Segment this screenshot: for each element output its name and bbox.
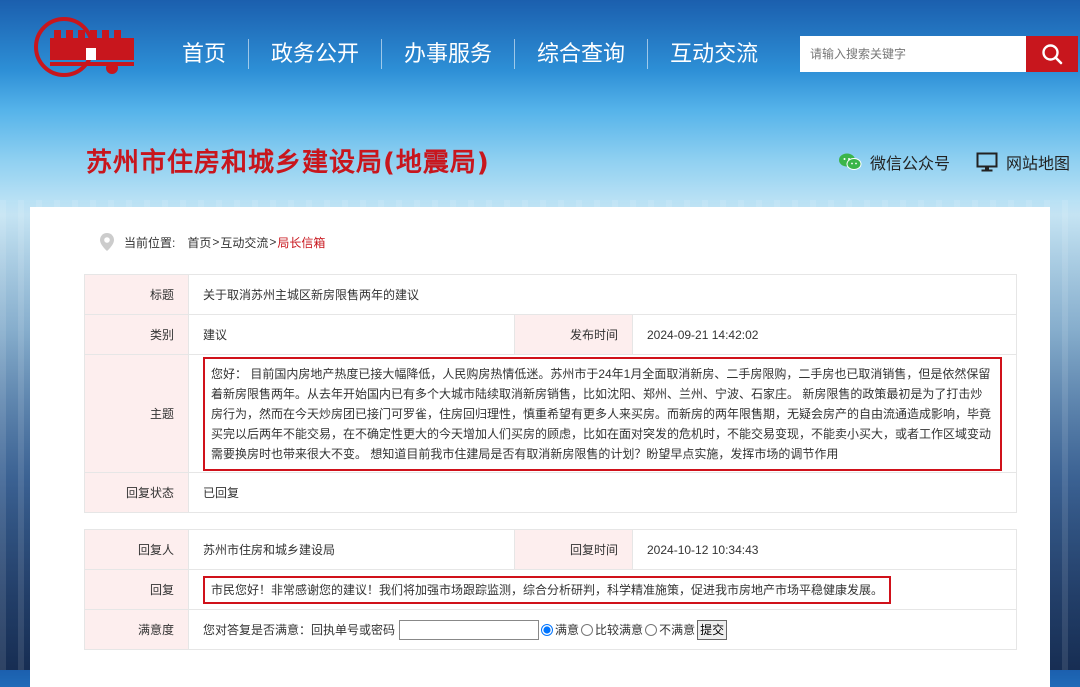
reply-cell: 市民您好！非常感谢您的建议！我们将加强市场跟踪监测，综合分析研判，科学精准施策，… [188,569,1017,610]
subject-label: 主题 [84,354,189,473]
radio-fairly-satisfied[interactable] [581,623,594,636]
table-row: 回复 市民您好！非常感谢您的建议！我们将加强市场跟踪监测，综合分析研判，科学精准… [84,569,1017,610]
sitemap-label: 网站地图 [1006,156,1071,173]
option-unsatisfied-label: 不满意 [659,623,696,637]
title-label: 标题 [84,274,189,315]
option-fairly-satisfied-label: 比较满意 [595,623,644,637]
category-label: 类别 [84,314,189,355]
table-row: 满意度 您对答复是否满意： 回执单号或密码 满意 比较满意 不满意 提交 [84,609,1017,650]
reply-table: 回复人 苏州市住房和城乡建设局 回复时间 2024-10-12 10:34:43… [84,529,1017,650]
search-icon [1042,44,1063,65]
table-row: 标题 关于取消苏州主城区新房限售两年的建议 [84,274,1017,315]
wechat-label: 微信公众号 [870,156,951,173]
reply-content: 市民您好！非常感谢您的建议！我们将加强市场跟踪监测，综合分析研判，科学精准施策，… [203,575,892,604]
sitemap-link[interactable]: 网站地图 [976,150,1070,174]
reply-label: 回复 [84,569,189,610]
search-box [800,36,1028,72]
table-row: 主题 您好： 目前国内房地产热度已接大幅降低，人民购房热情低迷。苏州市于24年1… [84,354,1017,473]
radio-satisfied[interactable] [541,623,554,636]
nav-item-interaction[interactable]: 互动交流 [648,38,780,70]
table-row: 回复人 苏州市住房和城乡建设局 回复时间 2024-10-12 10:34:43 [84,529,1017,570]
breadcrumb-separator: > [269,235,277,249]
receipt-label: 回执单号或密码 [311,623,396,637]
reply-status: 已回复 [188,472,1017,513]
subject-content: 您好： 目前国内房地产热度已接大幅降低，人民购房热情低迷。苏州市于24年1月全面… [203,356,1002,471]
location-pin-icon [100,233,114,251]
replier: 苏州市住房和城乡建设局 [188,529,515,570]
top-navigation-bar: 首页 政务公开 办事服务 综合查询 互动交流 [0,0,1080,110]
letter-category: 建议 [188,314,515,355]
breadcrumb: 当前位置: 首页 > 互动交流 > 局长信箱 [100,233,325,251]
site-logo[interactable] [24,16,136,78]
main-nav: 首页 政务公开 办事服务 综合查询 互动交流 [160,38,780,70]
satisfaction-label: 满意度 [84,609,189,650]
breadcrumb-home[interactable]: 首页 [187,234,211,251]
search-input[interactable] [800,36,1010,72]
option-satisfied[interactable]: 满意 [541,621,579,638]
satisfaction-cell: 您对答复是否满意： 回执单号或密码 满意 比较满意 不满意 提交 [188,609,1017,650]
replier-label: 回复人 [84,529,189,570]
satisfaction-form: 您对答复是否满意： 回执单号或密码 满意 比较满意 不满意 提交 [203,619,1002,640]
breadcrumb-interaction[interactable]: 互动交流 [220,234,268,251]
subject-cell: 您好： 目前国内房地产热度已接大幅降低，人民购房热情低迷。苏州市于24年1月全面… [188,354,1017,473]
site-title: 苏州市住房和城乡建设局(地震局) [86,148,490,178]
search-button[interactable] [1026,36,1078,72]
wechat-link[interactable]: 微信公众号 [838,150,950,174]
nav-item-services[interactable]: 办事服务 [382,38,514,70]
letter-title: 关于取消苏州主城区新房限售两年的建议 [188,274,1017,315]
publish-time-label: 发布时间 [514,314,633,355]
table-row: 类别 建议 发布时间 2024-09-21 14:42:02 [84,314,1017,355]
publish-time: 2024-09-21 14:42:02 [632,314,1017,355]
nav-item-query[interactable]: 综合查询 [515,38,647,70]
radio-unsatisfied[interactable] [645,623,658,636]
wechat-icon [839,153,862,170]
breadcrumb-current[interactable]: 局长信箱 [277,234,325,251]
table-row: 回复状态 已回复 [84,472,1017,513]
nav-item-government-affairs[interactable]: 政务公开 [249,38,381,70]
option-satisfied-label: 满意 [555,623,580,637]
monitor-icon [976,152,998,172]
submit-button[interactable]: 提交 [697,619,728,640]
reply-time-label: 回复时间 [514,529,633,570]
breadcrumb-label: 当前位置: [124,235,176,250]
status-label: 回复状态 [84,472,189,513]
nav-item-home[interactable]: 首页 [160,38,248,70]
satisfaction-question: 您对答复是否满意： [203,623,312,637]
letter-table: 标题 关于取消苏州主城区新房限售两年的建议 类别 建议 发布时间 2024-09… [84,274,1017,513]
option-fairly-satisfied[interactable]: 比较满意 [581,621,643,638]
reply-time: 2024-10-12 10:34:43 [632,529,1017,570]
option-unsatisfied[interactable]: 不满意 [645,621,695,638]
receipt-input[interactable] [399,619,540,640]
breadcrumb-separator: > [212,235,220,249]
